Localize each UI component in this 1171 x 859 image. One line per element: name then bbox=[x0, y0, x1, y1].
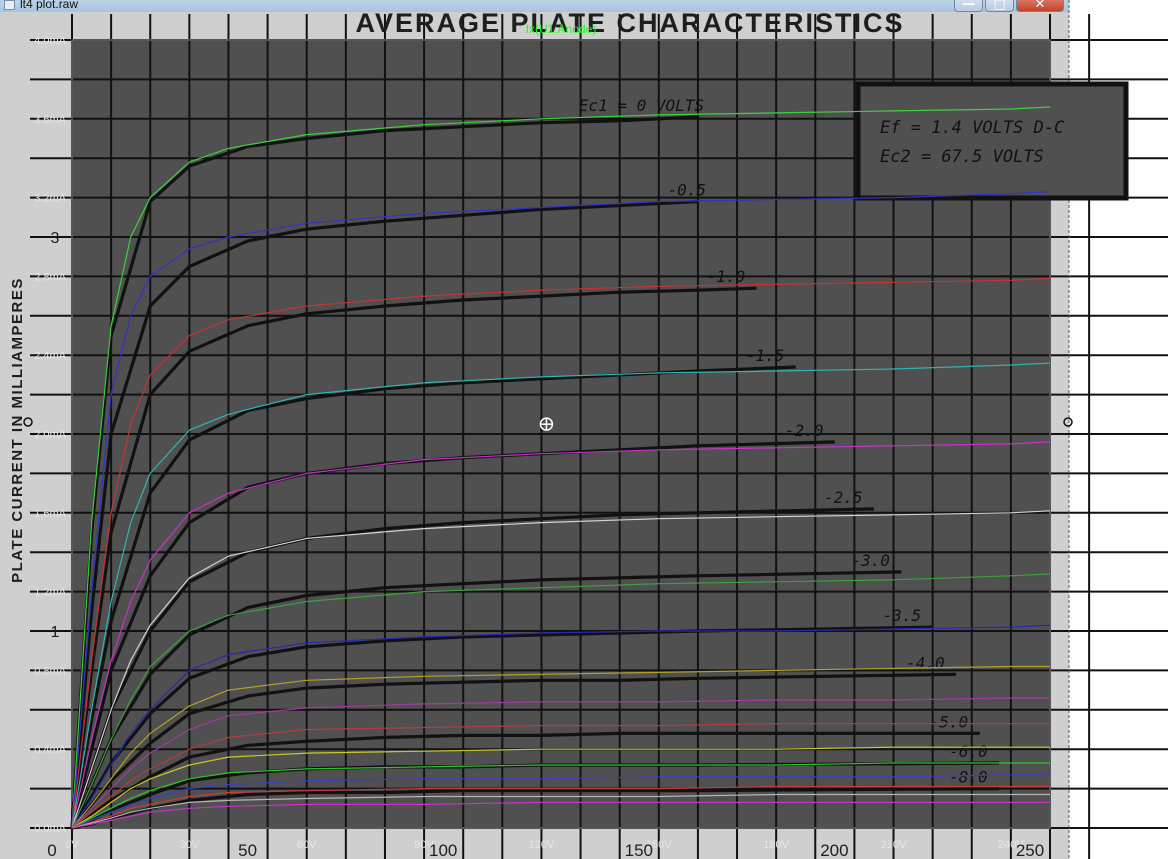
y-tick-label: 4.0mA bbox=[34, 35, 66, 47]
y-tick-label: 0.8mA bbox=[34, 665, 66, 677]
scan-curve-label: -2.5 bbox=[824, 488, 863, 507]
scan-ylabel: PLATE CURRENT IN MILLIAMPERES bbox=[9, 277, 26, 583]
x-tick-label: 0V bbox=[65, 839, 79, 851]
y-tick-label: 1.2mA bbox=[34, 587, 66, 599]
x-tick-label: 60V bbox=[297, 839, 317, 851]
x-tick-label: 120V bbox=[529, 839, 555, 851]
scan-y-tick-label: 3 bbox=[51, 230, 60, 247]
scan-x-tick-label: 250 bbox=[1016, 841, 1044, 859]
x-tick-label: 210V bbox=[881, 839, 907, 851]
scan-curve-label: -3.0 bbox=[851, 551, 890, 570]
info-box bbox=[855, 81, 1129, 201]
resize-handle-right bbox=[1063, 417, 1073, 427]
x-tick-label: 30V bbox=[180, 839, 200, 851]
scan-curve-label: -4.0 bbox=[906, 653, 945, 672]
y-tick-label: 0.4mA bbox=[34, 744, 66, 756]
x-tick-label: 180V bbox=[763, 839, 789, 851]
y-tick-label: 1.6mA bbox=[34, 508, 66, 520]
y-tick-label: 2.4mA bbox=[34, 350, 66, 362]
info-line-2: Ec2 = 67.5 VOLTS bbox=[880, 147, 1044, 167]
crosshair-cursor-icon[interactable] bbox=[539, 417, 554, 431]
y-tick-label: 2.8mA bbox=[34, 271, 66, 283]
scan-x-tick-label: 50 bbox=[238, 841, 257, 859]
scan-x-tick-label: 200 bbox=[820, 841, 848, 859]
scan-curve-label: -8.0 bbox=[949, 768, 988, 787]
scan-curve-label: -5.0 bbox=[930, 712, 969, 731]
scan-x-tick-label: 0 bbox=[47, 841, 56, 859]
scan-curve-label: -2.0 bbox=[785, 421, 824, 440]
scan-curve-label: -3.5 bbox=[883, 606, 922, 625]
scan-curve-label: -0.5 bbox=[667, 181, 706, 200]
y-tick-label: 0.0mA bbox=[34, 823, 66, 835]
y-tick-label: 2.0mA bbox=[34, 429, 66, 441]
y-tick-label: 3.2mA bbox=[34, 193, 66, 205]
trace-legend: Ix(U1:Anode) bbox=[526, 22, 597, 36]
scan-x-tick-label: 100 bbox=[429, 841, 457, 859]
plot-pane[interactable]: Ef = 1.4 VOLTS D-C Ec2 = 67.5 VOLTS Ec1 = … bbox=[0, 0, 1171, 859]
scan-heading: AVERAGE PLATE CHARACTERISTICS bbox=[355, 8, 904, 38]
scan-curve-label: Ec1 = 0 VOLTS bbox=[579, 96, 704, 115]
y-tick-label: 3.6mA bbox=[34, 114, 66, 126]
info-line-1: Ef = 1.4 VOLTS D-C bbox=[880, 118, 1065, 138]
scan-y-tick-label: 1 bbox=[51, 624, 60, 641]
scan-curve-label: -1.5 bbox=[746, 346, 785, 365]
scan-curve-label: -6.0 bbox=[949, 742, 988, 761]
scan-x-tick-label: 150 bbox=[625, 841, 653, 859]
scan-curve-label: -1.0 bbox=[707, 267, 746, 286]
